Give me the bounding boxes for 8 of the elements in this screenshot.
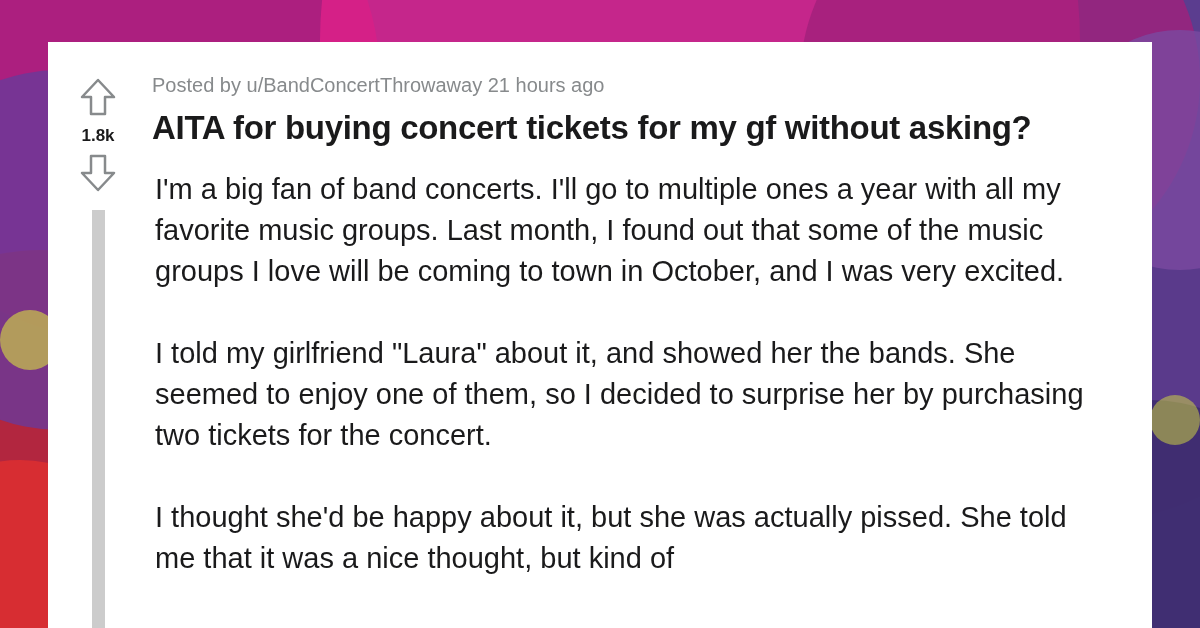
post-paragraph: I told my girlfriend "Laura" about it, and showed her the bands. She seemed to enjoy one of them, so I decided to surprise her by purchasing two tickets for the concert. bbox=[154, 336, 1085, 453]
post-paragraph: I'm a big fan of band concerts. I'll go to multiple ones a year with all my favorite music groups. Last month, I found out that some of the music groups I love will be coming to town in October, and I was very excited. bbox=[154, 172, 1066, 289]
vote-count: 1.8k bbox=[81, 126, 115, 146]
downvote-icon[interactable] bbox=[80, 154, 116, 192]
post-title: AITA for buying concert tickets for my gf without asking? bbox=[152, 109, 1033, 147]
upvote-icon[interactable] bbox=[80, 78, 116, 116]
post-paragraph: I thought she'd be happy about it, but she was actually pissed. She told me that it was a nice thought, but kind of bbox=[154, 500, 1068, 576]
post-byline: Posted by u/BandConcertThrowaway 21 hours ago bbox=[152, 74, 606, 97]
